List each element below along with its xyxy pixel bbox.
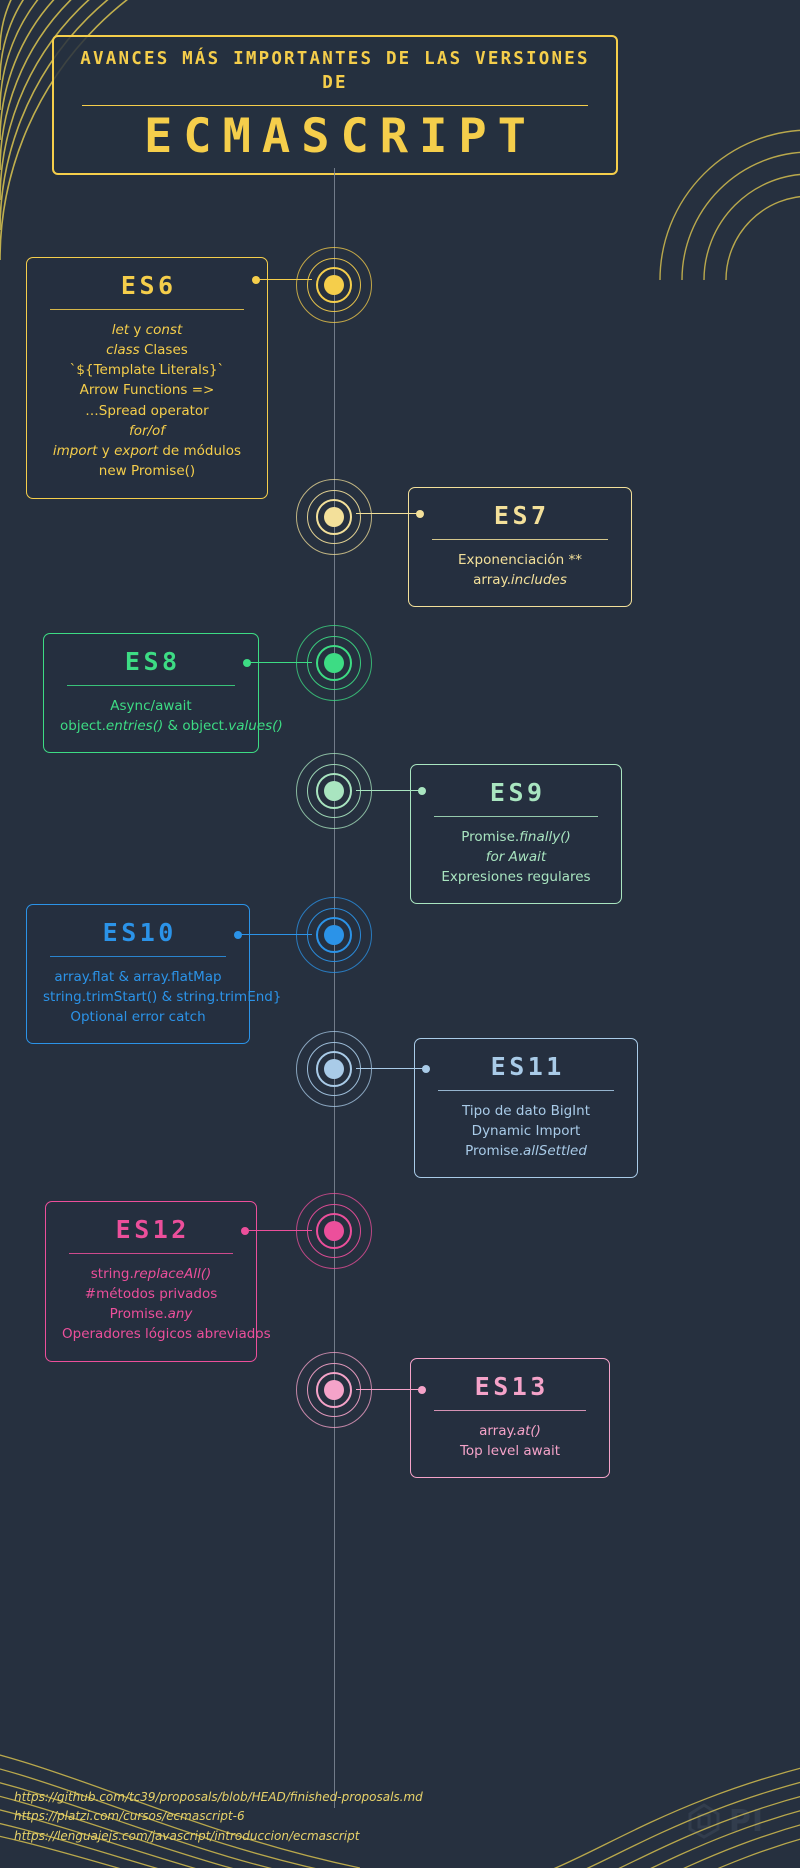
feature-item: …Spread operator [85,402,209,419]
header-subtitle: AVANCES MÁS IMPORTANTES DE LAS VERSIONES… [80,49,590,93]
connector-dot [418,1385,426,1394]
connector-es6 [252,275,312,284]
version-title-es7: ES7 [493,501,550,530]
feature-item: string.replaceAll() [90,1265,212,1282]
feature-list-es9: Promise.finally() for Await Expresiones re… [427,827,605,888]
feature-item: Promise.any [109,1306,193,1322]
connector-es12 [241,1226,312,1235]
feature-list-es7: Exponenciación ** array.includes [425,550,615,591]
feature-item: string.trimStart() & string.trimEnd} [43,988,282,1005]
header-divider [82,105,588,107]
footer-links: https://github.com/tc39/proposals/blob/H… [14,1788,423,1846]
feature-item: Exponenciación ** [458,551,582,568]
feature-item: Optional error catch [70,1009,206,1025]
connector-dot [234,930,242,939]
version-title-es9: ES9 [489,778,546,807]
decorative-arcs-top-right [659,129,800,280]
version-divider-es13 [434,1409,586,1411]
feature-list-es13: array.at() Top level await [427,1421,593,1462]
version-card-es6: ES6 let y const class Clases `${Template Li… [26,257,268,499]
connector-es7 [356,509,424,518]
version-title-es11: ES11 [490,1052,565,1081]
version-title-es10: ES10 [102,918,177,947]
decorative-waves-bottom-right [553,1767,800,1868]
version-divider-es10 [50,955,226,957]
feature-item: for Await [485,848,547,865]
feature-item: import y export de módulos [52,443,242,459]
connector-es8 [243,658,312,667]
version-card-es8: ES8 Async/await object.entries() & object.… [43,633,283,753]
watermark-logo-icon [688,1803,720,1839]
header-banner: AVANCES MÁS IMPORTANTES DE LAS VERSIONES… [52,35,618,175]
footer-link-2[interactable]: https://platzi.com/cursos/ecmascript-6 [14,1807,423,1826]
feature-item: array.includes [473,571,567,588]
feature-item: Promise.finally() [461,828,571,845]
connector-es10 [234,930,312,939]
connector-es9 [356,786,426,795]
feature-item: Dynamic Import [471,1122,581,1139]
connector-dot [243,658,251,667]
feature-item: Expresiones regulares [441,869,591,885]
version-divider-es11 [438,1089,614,1091]
footer-link-1[interactable]: https://github.com/tc39/proposals/blob/H… [14,1788,423,1807]
feature-item: Arrow Functions => [79,382,215,399]
version-card-es10: ES10 array.flat & array.flatMap string.tri… [26,904,282,1045]
version-card-es13: ES13 array.at() Top level await [410,1358,610,1478]
timeline-spine [334,168,335,1808]
version-divider-es6 [50,308,244,310]
version-card-es7: ES7 Exponenciación ** array.includes [408,487,632,607]
version-card-es12: ES12 string.replaceAll() #métodos privados… [45,1201,271,1362]
feature-list-es11: Tipo de dato BigInt Dynamic Import Promise… [431,1101,621,1162]
feature-item: object.entries() & object.values() [60,717,283,734]
version-title-es6: ES6 [120,271,177,300]
version-divider-es7 [432,538,608,540]
feature-item: let y const [111,321,183,338]
feature-item: new Promise() [98,463,196,480]
feature-item: Promise.allSettled [465,1143,587,1159]
connector-es13 [356,1385,426,1394]
feature-item: Async/await [110,697,192,714]
feature-item: array.at() [479,1422,541,1439]
feature-item: for/of [128,422,166,439]
feature-list-es6: let y const class Clases `${Template Liter… [43,320,251,482]
connector-dot [418,786,426,795]
version-title-es13: ES13 [474,1372,549,1401]
watermark: PI [687,1802,764,1840]
version-divider-es12 [69,1252,233,1254]
infographic-page: AVANCES MÁS IMPORTANTES DE LAS VERSIONES… [0,0,800,1868]
feature-item: Top level await [459,1442,561,1459]
feature-item: array.flat & array.flatMap [54,968,222,985]
version-divider-es9 [434,815,598,817]
feature-item: class Clases [106,341,188,358]
page-title: ECMASCRIPT [144,109,537,165]
version-title-es12: ES12 [115,1215,190,1244]
feature-list-es8: Async/await object.entries() & object.val… [60,696,283,737]
feature-item: #métodos privados [84,1285,218,1302]
connector-dot [416,509,424,518]
version-title-es8: ES8 [124,647,181,676]
connector-es11 [356,1064,430,1073]
timeline-node-es7 [296,479,372,555]
watermark-text: PI [728,1803,764,1839]
timeline-node-es6 [296,247,372,323]
connector-dot [241,1226,249,1235]
feature-list-es12: string.replaceAll() #métodos privados Prom… [62,1264,271,1345]
version-card-es9: ES9 Promise.finally() for Await Expresiones… [410,764,622,905]
connector-dot [422,1064,430,1073]
footer-link-3[interactable]: https://lenguajejs.com/javascript/introd… [14,1827,423,1846]
feature-item: `${Template Literals}` [69,362,225,378]
connector-dot [252,275,260,284]
feature-item: Operadores lógicos abreviados [62,1326,271,1343]
version-card-es11: ES11 Tipo de dato BigInt Dynamic Import Pro… [414,1038,638,1179]
feature-item: Tipo de dato BigInt [462,1102,590,1119]
feature-list-es10: array.flat & array.flatMap string.trimSta… [43,967,282,1028]
version-divider-es8 [67,684,235,686]
